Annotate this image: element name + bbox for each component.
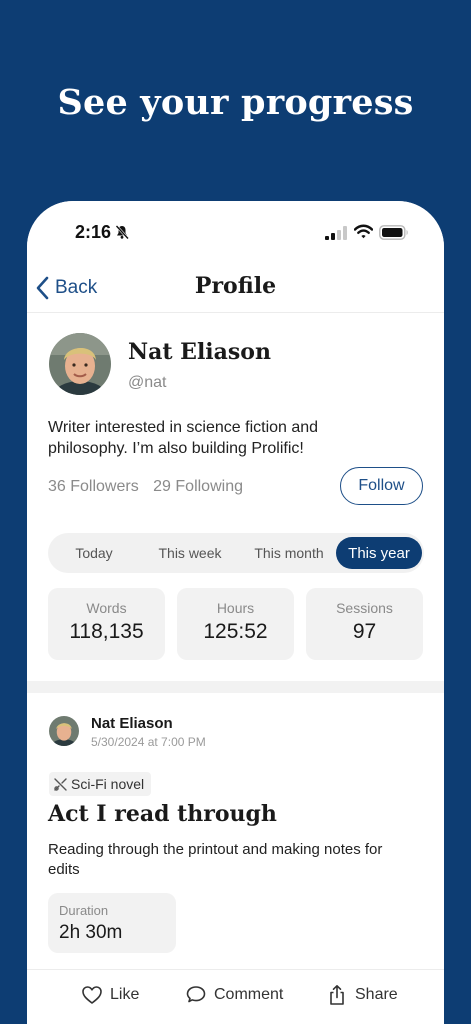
project-tag[interactable]: Sci-Fi novel — [49, 772, 152, 796]
share-button[interactable]: Share — [326, 983, 398, 1007]
stat-value: 118,135 — [69, 620, 144, 643]
follow-stats: 36 Followers 29 Following — [48, 478, 243, 496]
bell-muted-icon — [115, 225, 129, 240]
post-title: Act I read through — [48, 801, 277, 827]
share-icon — [330, 985, 344, 1005]
stat-label: Sessions — [336, 600, 393, 616]
duration-label: Duration — [59, 903, 109, 918]
cellular-signal-icon — [325, 226, 347, 240]
stat-value: 97 — [352, 620, 377, 643]
phone-screen: 2:16 Back Profile Nat Eliason @nat Write… — [27, 201, 444, 1024]
tab-this-month[interactable]: This month — [242, 537, 336, 569]
stat-label: Hours — [216, 600, 255, 616]
profile-bio: Writer interested in science fiction and… — [48, 419, 319, 457]
period-tabs: Today This week This month This year — [48, 533, 424, 573]
comment-bubble-icon — [186, 986, 206, 1003]
page-title: Profile — [194, 273, 277, 299]
wifi-icon — [354, 224, 373, 239]
stat-label: Words — [86, 600, 127, 616]
stat-value: 125:52 — [203, 620, 268, 643]
status-time: 2:16 — [75, 222, 112, 242]
post-author-avatar[interactable] — [49, 716, 79, 746]
project-tag-label: Sci-Fi novel — [71, 776, 145, 792]
following-count[interactable]: 29 Following — [153, 478, 243, 495]
battery-icon — [379, 225, 408, 240]
duration-value: 2h 30m — [59, 922, 123, 943]
followers-count[interactable]: 36 Followers — [48, 478, 139, 495]
heart-icon — [82, 986, 102, 1004]
like-button[interactable]: Like — [81, 983, 139, 1007]
follow-button[interactable]: Follow — [340, 467, 423, 505]
tools-icon — [54, 777, 67, 791]
activity-post: Nat Eliason 5/30/2024 at 7:00 PM Sci-Fi … — [27, 693, 444, 1024]
profile-name: Nat Eliason — [128, 339, 271, 365]
tab-today[interactable]: Today — [54, 537, 134, 569]
status-bar: 2:16 — [27, 201, 444, 263]
post-timestamp: 5/30/2024 at 7:00 PM — [91, 735, 206, 749]
post-author-name[interactable]: Nat Eliason — [91, 715, 173, 732]
comment-button[interactable]: Comment — [185, 983, 283, 1007]
tab-this-week[interactable]: This week — [148, 537, 232, 569]
stat-words: Words 118,135 — [48, 588, 165, 660]
profile-handle: @nat — [128, 374, 167, 391]
profile-card: Nat Eliason @nat Writer interested in sc… — [27, 313, 444, 681]
post-description: Reading through the printout and making … — [48, 841, 383, 878]
avatar[interactable] — [49, 333, 111, 395]
tab-this-year[interactable]: This year — [336, 537, 422, 569]
marketing-headline: See your progress — [57, 82, 414, 123]
stat-hours: Hours 125:52 — [177, 588, 294, 660]
duration-box: Duration 2h 30m — [48, 893, 176, 953]
navigation-bar: Back Profile — [27, 263, 444, 313]
divider — [27, 969, 444, 970]
share-label: Share — [355, 986, 398, 1003]
stat-sessions: Sessions 97 — [306, 588, 423, 660]
comment-label: Comment — [214, 986, 284, 1003]
like-label: Like — [110, 986, 140, 1003]
